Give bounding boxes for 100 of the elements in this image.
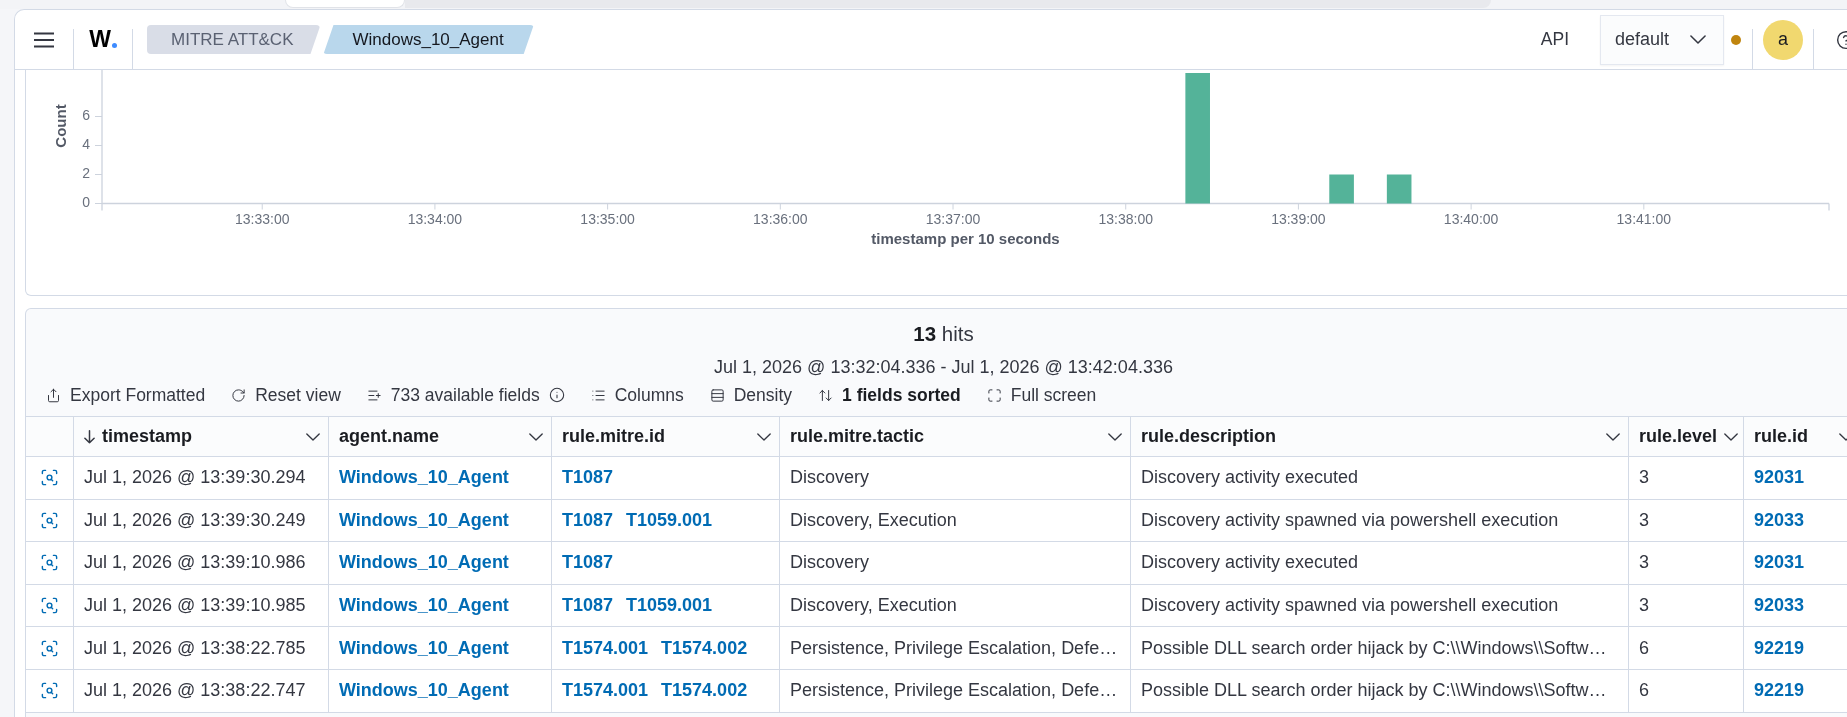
scan-search-icon[interactable] <box>40 553 59 573</box>
scan-search-icon[interactable] <box>40 638 59 658</box>
tick-label: 13:37:00 <box>925 210 981 227</box>
agent-link[interactable]: Windows_10_Agent <box>339 680 509 702</box>
tick-label: 2 <box>82 165 90 182</box>
timestamp-text: Jul 1, 2026 @ 13:39:30.249 <box>84 509 306 531</box>
description-text: Possible DLL search order hijack by C:\\Windows\\Softw… <box>1141 637 1607 659</box>
technique-link[interactable]: T1574.001 <box>562 637 649 659</box>
scan-search-icon[interactable] <box>40 681 59 701</box>
column-title: timestamp <box>102 426 193 447</box>
description-text: Discovery activity executed <box>1141 467 1359 489</box>
tick-label: 6 <box>82 107 90 124</box>
sort-fields-button[interactable]: 1 fields sorted <box>818 382 961 408</box>
technique-link[interactable]: T1574.002 <box>661 637 748 659</box>
description-text: Discovery activity executed <box>1141 552 1359 574</box>
column-title: rule.mitre.id <box>562 426 666 447</box>
space-select[interactable]: default <box>1600 14 1724 65</box>
breadcrumb[interactable]: Windows_10_Agent <box>323 25 534 54</box>
histogram-bar <box>1386 174 1412 204</box>
rule-id-link[interactable]: 92219 <box>1754 637 1805 659</box>
technique-link[interactable]: T1574.001 <box>562 680 649 702</box>
agent-link[interactable]: Windows_10_Agent <box>339 509 509 531</box>
full-screen-button[interactable]: Full screen <box>986 382 1097 408</box>
timestamp-text: Jul 1, 2026 @ 13:38:22.747 <box>84 680 306 702</box>
column-title: rule.id <box>1754 426 1808 447</box>
api-link[interactable]: API <box>1540 29 1569 50</box>
status-dot-icon <box>1731 34 1741 45</box>
breadcrumb[interactable]: MITRE ATT&CK <box>147 25 321 54</box>
agent-link[interactable]: Windows_10_Agent <box>339 595 509 617</box>
columns-button[interactable]: Columns <box>590 382 684 408</box>
scan-search-icon[interactable] <box>40 468 59 488</box>
scan-search-icon[interactable] <box>40 510 59 530</box>
tick-label: 13:33:00 <box>234 210 290 227</box>
axis-title: timestamp per 10 seconds <box>871 230 1060 248</box>
technique-link[interactable]: T1059.001 <box>626 509 713 531</box>
agent-link[interactable]: Windows_10_Agent <box>339 467 509 489</box>
chevron-down-icon[interactable] <box>306 432 320 441</box>
rule-id-link[interactable]: 92031 <box>1754 467 1805 489</box>
level-text: 3 <box>1639 595 1649 617</box>
share-icon <box>46 387 61 403</box>
tactic-text: Persistence, Privilege Escalation, Defe… <box>790 680 1118 702</box>
chevron-down-icon[interactable] <box>757 432 771 441</box>
agent-link[interactable]: Windows_10_Agent <box>339 637 509 659</box>
agent-link[interactable]: Windows_10_Agent <box>339 552 509 574</box>
tactic-text: Persistence, Privilege Escalation, Defe… <box>790 637 1118 659</box>
tactic-text: Discovery <box>790 552 869 574</box>
timestamp-text: Jul 1, 2026 @ 13:39:30.294 <box>84 467 306 489</box>
level-text: 6 <box>1639 680 1649 702</box>
tick-label: 13:34:00 <box>407 210 463 227</box>
export-button[interactable]: Export Formatted <box>46 382 206 408</box>
description-text: Discovery activity spawned via powershell execution <box>1141 509 1559 531</box>
tick-label: 13:39:00 <box>1271 210 1326 227</box>
technique-link[interactable]: T1087 <box>562 509 614 531</box>
tick-label: 13:40:00 <box>1443 210 1499 227</box>
rule-id-link[interactable]: 92033 <box>1754 509 1805 531</box>
tick-label: 13:36:00 <box>753 210 808 227</box>
level-text: 3 <box>1639 467 1649 489</box>
avatar[interactable]: a <box>1763 19 1803 60</box>
chevron-down-icon[interactable] <box>1724 432 1739 441</box>
rule-id-link[interactable]: 92031 <box>1754 552 1805 574</box>
tactic-text: Discovery, Execution <box>790 595 957 617</box>
refresh-icon <box>231 387 247 403</box>
description-text: Possible DLL search order hijack by C:\\Windows\\Softw… <box>1141 680 1607 702</box>
technique-link[interactable]: T1087 <box>562 595 614 617</box>
tick-label: 0 <box>82 194 90 211</box>
reset-view-button[interactable]: Reset view <box>231 382 341 408</box>
chevron-down-icon[interactable] <box>529 432 543 441</box>
technique-link[interactable]: T1574.002 <box>661 680 748 702</box>
tactic-text: Discovery <box>790 467 869 489</box>
tick-label: 13:38:00 <box>1098 210 1153 227</box>
hits-count: 13 hits <box>913 322 974 346</box>
chevron-down-icon[interactable] <box>1606 432 1620 441</box>
rule-id-link[interactable]: 92033 <box>1754 595 1805 617</box>
logo[interactable]: W <box>89 31 117 48</box>
technique-link[interactable]: T1059.001 <box>626 595 713 617</box>
menu-icon[interactable] <box>34 31 54 48</box>
density-button[interactable]: Density <box>709 382 793 408</box>
available-fields-button[interactable]: 733 available fields <box>366 382 565 408</box>
column-title: rule.description <box>1141 426 1277 447</box>
info-icon[interactable] <box>548 387 565 403</box>
tactic-text: Discovery, Execution <box>790 509 957 531</box>
fullscreen-icon <box>986 387 1002 403</box>
tick-label: 13:35:00 <box>580 210 635 227</box>
timestamp-text: Jul 1, 2026 @ 13:39:10.985 <box>84 595 306 617</box>
axis-title: Count <box>51 104 69 148</box>
list-icon <box>590 387 606 403</box>
chevron-down-icon[interactable] <box>1108 432 1122 441</box>
column-title: agent.name <box>339 426 440 447</box>
technique-link[interactable]: T1087 <box>562 467 614 489</box>
histogram-bar <box>1329 174 1354 204</box>
level-text: 3 <box>1639 552 1649 574</box>
description-text: Discovery activity spawned via powershell execution <box>1141 595 1559 617</box>
tick-label: 13:41:00 <box>1616 210 1672 227</box>
rows-icon <box>709 387 725 403</box>
timestamp-text: Jul 1, 2026 @ 13:38:22.785 <box>84 637 306 659</box>
scan-search-icon[interactable] <box>40 596 59 616</box>
sort-arrow-icon[interactable] <box>84 429 95 444</box>
rule-id-link[interactable]: 92219 <box>1754 680 1805 702</box>
time-range: Jul 1, 2026 @ 13:32:04.336 - Jul 1, 2026 @ 13:42:04.336 <box>714 356 1173 378</box>
technique-link[interactable]: T1087 <box>562 552 614 574</box>
